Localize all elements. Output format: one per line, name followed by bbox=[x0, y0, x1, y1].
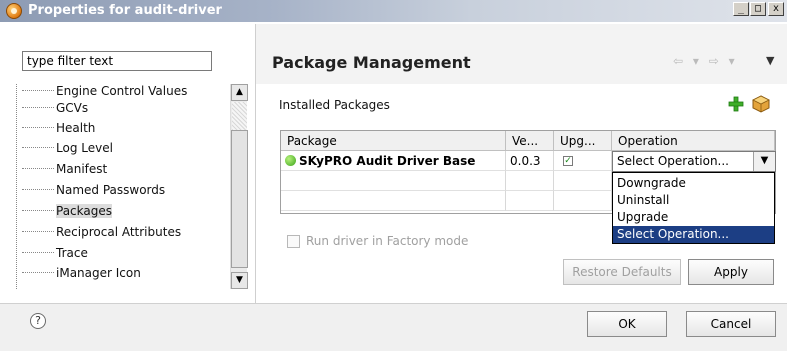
tree-guide-line bbox=[16, 84, 17, 289]
scroll-track bbox=[232, 102, 247, 130]
empty-row-cell bbox=[281, 171, 506, 191]
factory-mode-checkbox[interactable] bbox=[287, 235, 300, 248]
scroll-up-button[interactable]: ▲ bbox=[231, 84, 248, 101]
window-title: Properties for audit-driver bbox=[28, 3, 222, 18]
tree-item-trace[interactable]: Trace bbox=[22, 246, 88, 266]
view-menu-icon[interactable]: ▼ bbox=[766, 54, 774, 67]
upgrade-checkbox[interactable]: ✓ bbox=[563, 156, 573, 166]
column-header-operation[interactable]: Operation bbox=[612, 131, 775, 151]
package-name: SKyPRO Audit Driver Base bbox=[299, 154, 476, 168]
operation-dropdown-list: Downgrade Uninstall Upgrade Select Opera… bbox=[612, 172, 775, 244]
tree-item-gcvs[interactable]: GCVs bbox=[22, 101, 88, 121]
tree-scrollbar[interactable]: ▲ ▼ bbox=[230, 84, 248, 289]
restore-defaults-button[interactable]: Restore Defaults bbox=[563, 259, 681, 285]
scroll-thumb[interactable] bbox=[231, 130, 248, 268]
status-ok-icon bbox=[285, 155, 296, 166]
minimize-button[interactable]: _ bbox=[733, 2, 749, 16]
maximize-button[interactable]: □ bbox=[750, 2, 766, 16]
dropdown-option-select-operation[interactable]: Select Operation... bbox=[613, 226, 774, 243]
table-row[interactable]: SKyPRO Audit Driver Base bbox=[281, 151, 506, 171]
factory-mode-label: Run driver in Factory mode bbox=[306, 234, 469, 248]
back-forward-icon[interactable]: ⇦ ▾ ⇨ ▾ bbox=[673, 54, 738, 68]
tree-item-imanager-icon[interactable]: iManager Icon bbox=[22, 266, 141, 286]
tree-item-named-passwords[interactable]: Named Passwords bbox=[22, 183, 165, 203]
empty-row-cell bbox=[281, 191, 506, 211]
package-version: 0.0.3 bbox=[506, 151, 554, 171]
empty-row-cell bbox=[554, 191, 612, 211]
tree-item-packages[interactable]: Packages bbox=[22, 204, 112, 224]
empty-row-cell bbox=[554, 171, 612, 191]
tree-item-log-level[interactable]: Log Level bbox=[22, 141, 113, 161]
ok-button[interactable]: OK bbox=[587, 311, 667, 337]
column-header-package[interactable]: Package bbox=[281, 131, 506, 151]
add-package-icon[interactable] bbox=[728, 96, 744, 112]
dialog-footer bbox=[0, 304, 787, 351]
dropdown-option-upgrade[interactable]: Upgrade bbox=[613, 209, 774, 226]
operation-select[interactable]: Select Operation... bbox=[612, 151, 776, 172]
package-icon[interactable] bbox=[752, 95, 770, 113]
column-header-upgrade[interactable]: Upg... bbox=[554, 131, 612, 151]
tree-item-health[interactable]: Health bbox=[22, 121, 95, 141]
page-title: Package Management bbox=[272, 53, 471, 72]
help-icon[interactable]: ? bbox=[30, 313, 46, 329]
close-button[interactable]: x bbox=[768, 2, 784, 16]
empty-row-cell bbox=[506, 171, 554, 191]
tree-item-reciprocal-attributes[interactable]: Reciprocal Attributes bbox=[22, 225, 181, 245]
dropdown-option-downgrade[interactable]: Downgrade bbox=[613, 175, 774, 192]
app-icon bbox=[6, 3, 22, 19]
section-label: Installed Packages bbox=[279, 98, 390, 112]
chevron-down-icon[interactable]: ▼ bbox=[753, 152, 775, 171]
tree-item-manifest[interactable]: Manifest bbox=[22, 162, 107, 182]
properties-tree: Engine Control Values GCVs Health Log Le… bbox=[22, 84, 228, 289]
dropdown-option-uninstall[interactable]: Uninstall bbox=[613, 192, 774, 209]
cancel-button[interactable]: Cancel bbox=[686, 311, 776, 337]
empty-row-cell bbox=[506, 191, 554, 211]
apply-button[interactable]: Apply bbox=[688, 259, 774, 285]
scroll-down-button[interactable]: ▼ bbox=[231, 272, 248, 289]
column-header-version[interactable]: Ve... bbox=[506, 131, 554, 151]
filter-input[interactable] bbox=[22, 51, 212, 71]
